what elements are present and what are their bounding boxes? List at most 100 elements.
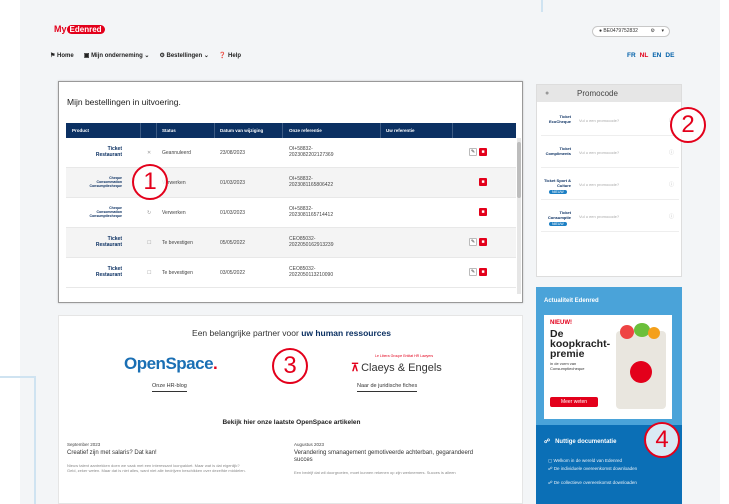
promocode-row: Ticket Consumptie NIEUW Vul u een promoc… xyxy=(541,202,679,232)
tag-icon: ● xyxy=(545,90,550,97)
order-date: 01/03/2023 xyxy=(220,180,246,186)
delete-icon[interactable]: ■ xyxy=(479,238,487,246)
decorative-line xyxy=(0,376,34,378)
info-icon[interactable]: ⓘ xyxy=(669,149,674,156)
openspace-label: OpenSpace xyxy=(124,354,214,373)
promocode-panel: ● Promocode Ticket EcoCheque Vul u een p… xyxy=(536,84,682,277)
nav-company-label: Mijn onderneming xyxy=(91,53,143,59)
article-card[interactable]: Augustus 2023 Verandering smanagement ge… xyxy=(294,442,474,475)
claeys-logo[interactable]: ⊼ Claeys & Engels xyxy=(351,361,442,374)
partner-title-bold: uw human ressources xyxy=(301,328,391,338)
status-icon: ✕ xyxy=(147,150,152,156)
info-icon[interactable]: ⓘ xyxy=(669,181,674,188)
docs-header: ☍ Nuttige documentatie xyxy=(544,438,616,445)
delete-icon[interactable]: ■ xyxy=(479,208,487,216)
delete-icon[interactable]: ■ xyxy=(479,178,487,186)
topbar: My Edenred ● BE0479752832 ⚙ ▾ ⚑ Home ▣ Mi… xyxy=(50,22,720,62)
promocode-input[interactable]: Vul u een promocode? xyxy=(579,118,619,123)
order-status: Te bevestigen xyxy=(162,240,193,246)
nav-company[interactable]: ▣ Mijn onderneming ⌄ xyxy=(84,52,150,59)
lang-nl[interactable]: NL xyxy=(640,52,649,59)
openspace-logo[interactable]: OpenSpace. xyxy=(124,354,218,374)
legal-fiches-link[interactable]: Naar de juridische fiches xyxy=(357,383,418,392)
order-date: 01/03/2023 xyxy=(220,210,246,216)
product-logo: Ticket EcoCheque xyxy=(548,114,571,124)
partner-title: Een belangrijke partner voor uw human re… xyxy=(59,328,524,338)
delete-icon[interactable]: ■ xyxy=(479,148,487,156)
decorative-line xyxy=(541,0,543,12)
docs-link[interactable]: ☍ De individuele overeenkomst downloaden xyxy=(548,466,668,472)
callout-marker: 1 xyxy=(132,164,168,200)
edit-icon[interactable]: ✎ xyxy=(469,148,477,156)
article-date: Augustus 2023 xyxy=(294,442,325,447)
more-info-button[interactable]: Meer weten xyxy=(550,397,598,407)
edit-icon[interactable]: ✎ xyxy=(469,238,477,246)
scrollbar-thumb[interactable] xyxy=(517,142,521,198)
callout-marker: 3 xyxy=(272,348,308,384)
nav-orders-label: Bestellingen xyxy=(166,53,203,59)
order-status: Te bevestigen xyxy=(162,270,193,276)
lang-de[interactable]: DE xyxy=(665,52,674,59)
order-ref: OI+58832- 2023081165806422 xyxy=(289,176,334,188)
promocode-input[interactable]: Vul u een promocode? xyxy=(579,182,619,187)
product-logo: Ticket Sport & Culture xyxy=(543,178,571,188)
promocode-input[interactable]: Vul u een promocode? xyxy=(579,214,619,219)
edit-icon[interactable]: ✎ xyxy=(469,268,477,276)
docs-link[interactable]: ▢ Welkom in de wereld van Edenred xyxy=(548,458,622,464)
logo-brand: Edenred xyxy=(66,25,105,34)
hr-blog-link[interactable]: Onze HR-blog xyxy=(152,383,187,392)
status-icon: ☐ xyxy=(147,240,152,246)
callout-marker: 4 xyxy=(644,422,680,458)
help-icon: ❓ xyxy=(218,53,229,59)
promocode-row: Ticket Sport & Culture NIEUW Vul u een p… xyxy=(541,170,679,200)
home-icon: ⚑ xyxy=(50,53,58,59)
nav-help[interactable]: ❓ Help xyxy=(219,52,241,59)
article-text: Nieuw talent aantrekken doen we vaak met… xyxy=(67,463,246,473)
order-ref: CEO85032- 2022050113210090 xyxy=(289,266,334,278)
docs-link-label: De collectieve overeenkomst downloaden xyxy=(553,480,637,485)
article-title[interactable]: Creatief zijn met salaris? Dat kan! xyxy=(67,450,247,457)
table-row[interactable]: Ticket Restaurant ☐ Te bevestigen 03/05/… xyxy=(66,258,516,288)
nav-orders[interactable]: ⚙ Bestellingen ⌄ xyxy=(159,52,208,59)
article-title[interactable]: Verandering smanagement gemotiveerde ach… xyxy=(294,450,474,464)
lang-fr[interactable]: FR xyxy=(627,52,636,59)
chevron-down-icon: ⌄ xyxy=(144,53,150,59)
claeys-tagline: Le Libera Groupe Entitat HR Lawyers xyxy=(375,354,434,358)
table-row[interactable]: Ticket Restaurant ☐ Te bevestigen 05/05/… xyxy=(66,228,516,258)
user-menu[interactable]: ● BE0479752832 ⚙ ▾ xyxy=(592,26,670,37)
delete-icon[interactable]: ■ xyxy=(479,268,487,276)
new-badge: NIEUW xyxy=(549,222,567,226)
col-your-ref: Uw referentie xyxy=(386,128,415,133)
news-card[interactable]: NIEUW! De koopkracht-premie in de vorm v… xyxy=(544,315,672,419)
logo-my: My xyxy=(54,24,67,34)
product-logo: Cheque Consommation Consumptiecheque xyxy=(89,176,122,188)
chevron-down-icon[interactable]: ▾ xyxy=(661,27,664,36)
order-ref: OI+58832- 2023082202127369 xyxy=(289,146,334,158)
nav-home[interactable]: ⚑ Home xyxy=(50,52,74,59)
table-row[interactable]: Cheque Consommation Consumptiecheque ↻ V… xyxy=(66,198,516,228)
docs-title: Nuttige documentatie xyxy=(555,439,617,445)
docs-link[interactable]: ☍ De collectieve overeenkomst downloaden xyxy=(548,480,668,486)
orders-table-header: Product Status Datum van wijziging Onze … xyxy=(66,123,516,138)
article-card[interactable]: September 2023 Creatief zijn met salaris… xyxy=(67,442,247,473)
news-headline: De koopkracht-premie xyxy=(550,328,611,360)
product-logo: Ticket Restaurant xyxy=(95,236,122,248)
promocode-input[interactable]: Vul u een promocode? xyxy=(579,150,619,155)
order-date: 03/05/2022 xyxy=(220,270,246,276)
table-row[interactable]: Ticket Restaurant ✕ Geannuleerd 23/08/20… xyxy=(66,138,516,168)
col-product: Product xyxy=(72,128,90,133)
promocode-row: Ticket Compliments Vul u een promocode? … xyxy=(541,138,679,168)
order-ref: OI+58832- 2023081165714412 xyxy=(289,206,334,218)
user-phone: BE0479752832 xyxy=(603,28,638,34)
order-status: Verwerken xyxy=(162,210,186,216)
nav-help-label: Help xyxy=(228,53,242,59)
new-badge: NIEUW xyxy=(549,190,567,194)
orders-title: Mijn bestellingen in uitvoering. xyxy=(67,97,181,107)
gear-icon[interactable]: ⚙ xyxy=(651,27,655,36)
edenred-logo[interactable]: My Edenred xyxy=(54,24,105,34)
partner-title-pre: Een belangrijke partner voor xyxy=(192,328,299,338)
info-icon[interactable]: ⓘ xyxy=(669,213,674,220)
col-status: Status xyxy=(162,128,176,133)
nav-home-label: Home xyxy=(57,53,74,59)
lang-en[interactable]: EN xyxy=(652,52,661,59)
